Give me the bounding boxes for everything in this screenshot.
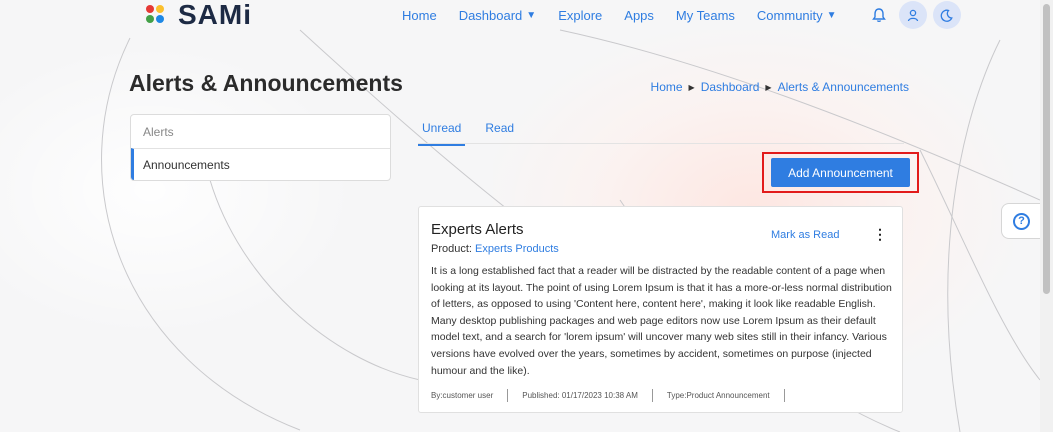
scrollbar[interactable]	[1040, 0, 1053, 432]
more-vertical-icon[interactable]: ⋮	[873, 227, 887, 241]
product-label: Product:	[431, 243, 476, 255]
top-navbar: SAMi Home Dashboard ▼ Explore Apps My Tea…	[0, 0, 1040, 34]
breadcrumb-current[interactable]: Alerts & Announcements	[778, 80, 909, 94]
breadcrumb-dashboard[interactable]: Dashboard	[701, 80, 760, 94]
help-button[interactable]: ?	[1001, 203, 1041, 239]
sidebar-item-announcements[interactable]: Announcements	[131, 148, 390, 180]
nav-my-teams[interactable]: My Teams	[676, 8, 735, 23]
moon-icon[interactable]	[932, 1, 961, 29]
chevron-down-icon: ▼	[826, 9, 837, 21]
meta-published: Published: 01/17/2023 10:38 AM	[508, 389, 653, 403]
sidebar-item-alerts[interactable]: Alerts	[131, 115, 390, 148]
logo-text: SAMi	[178, 0, 252, 30]
mark-as-read-link[interactable]: Mark as Read	[771, 229, 839, 241]
nav-apps[interactable]: Apps	[624, 8, 654, 23]
add-announcement-button[interactable]: Add Announcement	[771, 158, 910, 187]
breadcrumb-home[interactable]: Home	[651, 80, 683, 94]
bell-icon[interactable]	[865, 1, 893, 29]
help-icon: ?	[1013, 212, 1030, 230]
main-nav: Home Dashboard ▼ Explore Apps My Teams Co…	[402, 0, 961, 30]
meta-author: By:customer user	[431, 389, 509, 403]
announcement-card: Experts Alerts Product: Experts Products…	[418, 206, 903, 413]
nav-dashboard[interactable]: Dashboard ▼	[459, 8, 537, 23]
breadcrumb: Home ▶ Dashboard ▶ Alerts & Announcement…	[651, 80, 909, 94]
sidebar: Alerts Announcements	[130, 114, 391, 181]
card-product: Product: Experts Products	[431, 243, 890, 255]
logo-icon	[146, 3, 166, 27]
nav-explore[interactable]: Explore	[558, 8, 602, 23]
card-body: It is a long established fact that a rea…	[431, 265, 892, 377]
logo[interactable]: SAMi	[146, 0, 252, 30]
tabs: Unread Read	[418, 118, 534, 146]
scrollbar-thumb[interactable]	[1043, 4, 1050, 294]
breadcrumb-separator-icon: ▶	[688, 82, 695, 92]
chevron-down-icon: ▼	[526, 9, 537, 21]
page-title: Alerts & Announcements	[129, 70, 403, 96]
product-link[interactable]: Experts Products	[475, 243, 559, 255]
nav-home[interactable]: Home	[402, 8, 437, 23]
card-meta: By:customer user Published: 01/17/2023 1…	[431, 389, 890, 403]
meta-type: Type:Product Announcement	[653, 389, 785, 403]
tab-read[interactable]: Read	[481, 118, 518, 146]
breadcrumb-separator-icon: ▶	[765, 82, 772, 92]
tab-unread[interactable]: Unread	[418, 118, 466, 146]
highlight-box: Add Announcement	[762, 152, 919, 193]
user-icon[interactable]	[898, 1, 927, 29]
nav-community[interactable]: Community ▼	[757, 8, 837, 23]
